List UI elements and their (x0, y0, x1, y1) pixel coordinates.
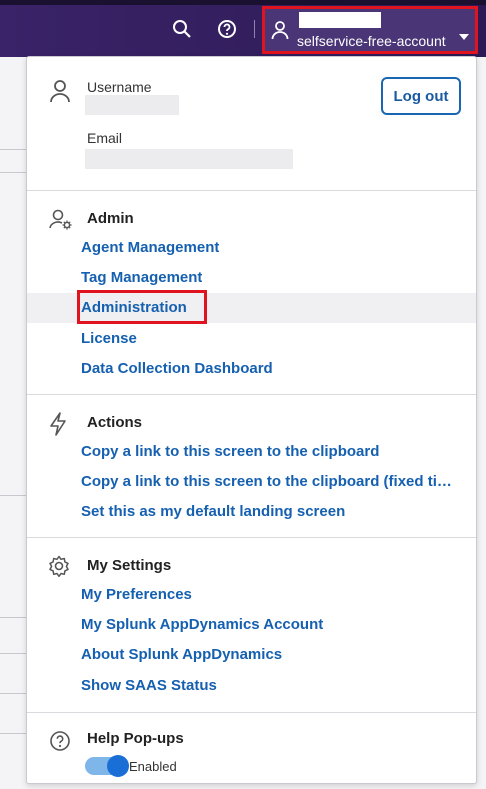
account-menu-button[interactable]: selfservice-free-account (262, 6, 478, 54)
agent-management-link[interactable]: Agent Management (81, 239, 219, 256)
account-name-redacted (299, 12, 381, 28)
bg-divider (0, 653, 26, 654)
bg-divider (0, 693, 26, 694)
my-account-link[interactable]: My Splunk AppDynamics Account (81, 616, 323, 633)
user-icon (49, 79, 71, 103)
top-bar: selfservice-free-account (0, 0, 486, 57)
help-circle-icon (49, 730, 71, 752)
bg-divider (0, 149, 26, 150)
account-dropdown: Username Email Log out Admin Agent Manag… (26, 56, 477, 784)
my-preferences-link[interactable]: My Preferences (81, 586, 192, 603)
gear-icon (48, 555, 70, 578)
email-redacted (85, 149, 293, 169)
admin-section-title: Admin (87, 210, 134, 227)
bg-divider (0, 172, 26, 173)
top-rim (0, 0, 486, 5)
bg-divider (0, 495, 26, 496)
search-icon[interactable] (171, 18, 193, 40)
license-link[interactable]: License (81, 330, 137, 347)
set-default-landing-button[interactable]: Set this as my default landing screen (81, 503, 345, 520)
copy-link-button[interactable]: Copy a link to this screen to the clipbo… (81, 443, 379, 460)
tag-management-link[interactable]: Tag Management (81, 269, 202, 286)
bg-divider (0, 617, 26, 618)
help-icon[interactable] (216, 18, 238, 40)
help-popups-toggle[interactable] (85, 755, 129, 777)
user-icon (271, 20, 289, 45)
section-divider (27, 537, 476, 538)
logout-button[interactable]: Log out (381, 77, 461, 115)
topbar-divider (254, 20, 255, 38)
toggle-knob (107, 755, 129, 777)
about-link[interactable]: About Splunk AppDynamics (81, 646, 282, 663)
toggle-label: Enabled (129, 759, 177, 774)
actions-section-title: Actions (87, 414, 143, 431)
section-divider (27, 712, 476, 713)
email-label: Email (87, 130, 123, 146)
data-collection-dashboard-link[interactable]: Data Collection Dashboard (81, 360, 273, 377)
username-label: Username (87, 79, 152, 95)
highlight-box (77, 290, 207, 324)
chevron-down-icon (459, 27, 469, 45)
account-label: selfservice-free-account (297, 33, 446, 49)
settings-section-title: My Settings (87, 557, 172, 574)
section-divider (27, 394, 476, 395)
help-section-title: Help Pop-ups (87, 730, 184, 747)
user-gear-icon (49, 209, 72, 231)
lightning-icon (49, 412, 71, 436)
username-redacted (85, 95, 179, 115)
section-divider (27, 190, 476, 191)
saas-status-link[interactable]: Show SAAS Status (81, 677, 217, 694)
copy-link-fixed-time-button[interactable]: Copy a link to this screen to the clipbo… (81, 473, 463, 490)
bg-divider (0, 733, 26, 734)
